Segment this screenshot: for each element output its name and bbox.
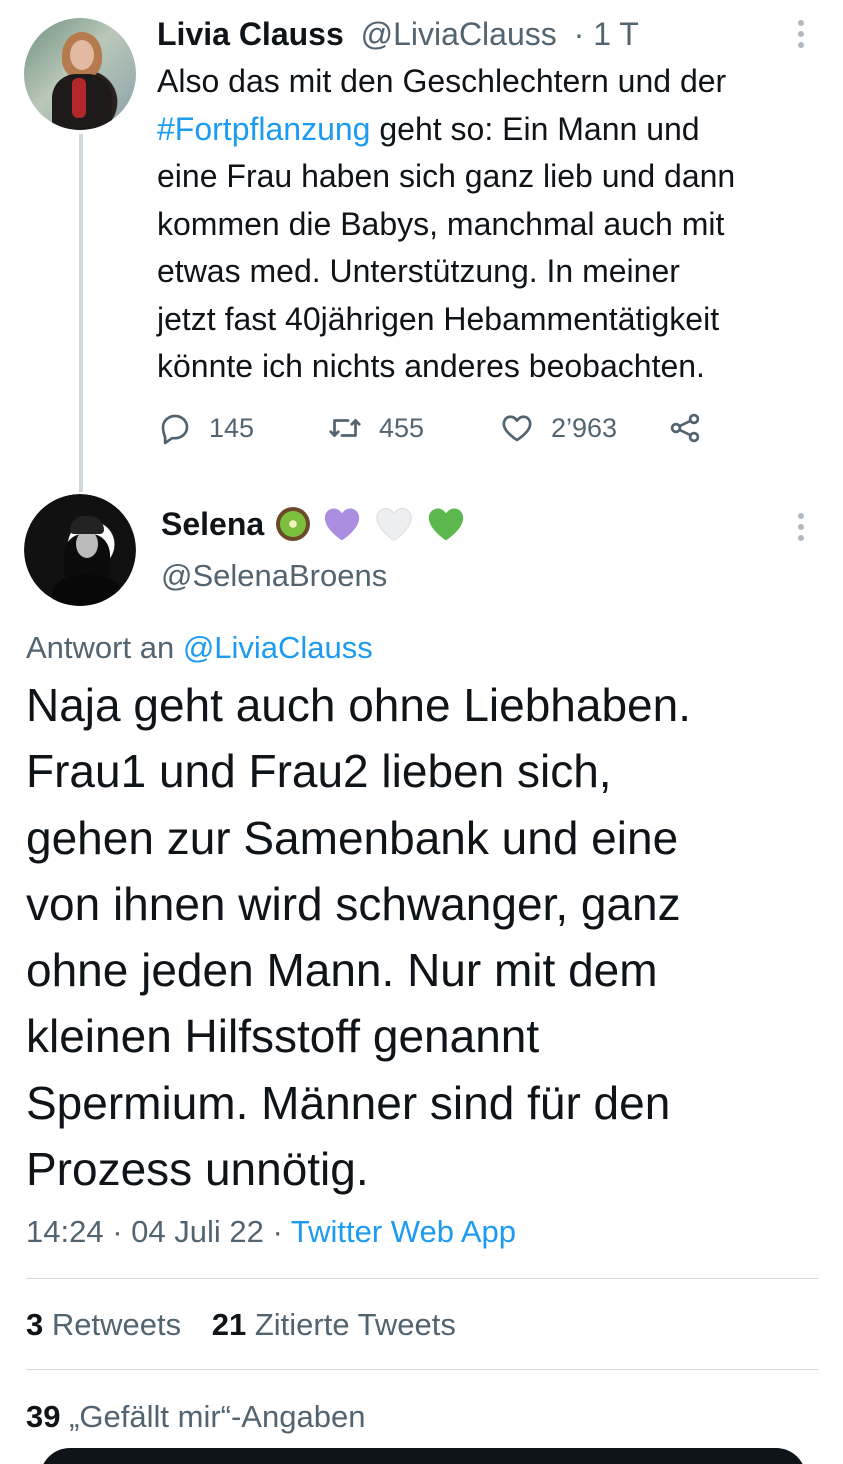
engagement-stats-row: 3 Retweets 21 Zitierte Tweets	[26, 1305, 478, 1345]
parent-tweet-text: Also das mit den Geschlechtern und der #…	[157, 58, 827, 391]
replying-to-mention[interactable]: @LiviaClauss	[183, 630, 373, 665]
parent-text-line: eine Frau haben sich ganz lieb und dann	[157, 158, 736, 194]
divider	[26, 1278, 818, 1279]
avatar-hat	[70, 516, 104, 534]
divider	[26, 1369, 818, 1370]
purple-heart-icon	[324, 508, 360, 541]
reply-text-line: ohne jeden Mann. Nur mit dem	[26, 944, 658, 997]
tweet-detail-screen: Livia Clauss @LiviaClauss · 1 T Also das…	[0, 0, 843, 1464]
parent-time-ago[interactable]: · 1 T	[574, 16, 639, 52]
parent-text-line: könnte ich nichts anderes beobachten.	[157, 348, 705, 384]
replying-to: Antwort an @LiviaClauss	[26, 628, 373, 668]
reply-text-line: Naja geht auch ohne Liebhaben.	[26, 679, 692, 731]
reply-icon	[161, 414, 189, 445]
source-app-link[interactable]: Twitter Web App	[291, 1214, 516, 1249]
parent-author-handle[interactable]: @LiviaClauss	[361, 16, 557, 52]
parent-more-options-icon[interactable]	[795, 16, 807, 52]
retweets-count: 3	[26, 1307, 44, 1342]
parent-text-line: etwas med. Unterstützung. In meiner	[157, 253, 680, 289]
parent-text-line: jetzt fast 40jährigen Hebammentätigkeit	[157, 300, 720, 337]
reply-text-line: kleinen Hilfsstoff genannt	[26, 1010, 540, 1063]
tweet-timestamp-row: 14:24 · 04 Juli 22 · Twitter Web App	[26, 1212, 516, 1252]
parent-text-line: Also das mit den Geschlechtern und der	[157, 63, 727, 99]
reply-author-name[interactable]: Selena	[161, 506, 264, 543]
retweets-label: Retweets	[43, 1307, 182, 1342]
like-button[interactable]: 2’963	[499, 405, 617, 451]
likes-label: „Gefällt mir“-Angaben	[60, 1399, 366, 1434]
retweet-button[interactable]: 455	[327, 405, 424, 451]
share-icon	[670, 413, 700, 443]
avatar-shoulders	[52, 574, 122, 606]
like-count: 2’963	[551, 412, 618, 443]
tweet-date[interactable]: 04 Juli 22	[131, 1214, 264, 1249]
reply-author-handle[interactable]: @SelenaBroens	[161, 556, 387, 596]
reply-text-line: Spermium. Männer sind für den	[26, 1076, 671, 1129]
green-heart-icon	[428, 508, 464, 541]
kiwi-icon	[276, 507, 311, 541]
white-heart-icon	[376, 507, 412, 541]
replying-to-prefix: Antwort an	[26, 630, 183, 665]
retweets-stat[interactable]: 3 Retweets	[26, 1305, 181, 1345]
heart-outline-icon	[502, 415, 532, 442]
likes-count: 39	[26, 1399, 61, 1434]
avatar-face	[70, 40, 94, 70]
parent-author-name[interactable]: Livia Clauss	[157, 16, 344, 52]
likes-stats-row: 39 „Gefällt mir“-Angaben	[26, 1397, 387, 1437]
likes-stat[interactable]: 39 „Gefällt mir“-Angaben	[26, 1397, 365, 1437]
parent-text-fragment: geht so: Ein Mann und	[370, 110, 700, 147]
avatar-face	[76, 530, 98, 558]
quote-tweets-label: Zitierte Tweets	[246, 1307, 456, 1342]
avatar-scarf	[72, 78, 86, 118]
hashtag-link[interactable]: #Fortpflanzung	[157, 111, 370, 147]
reply-text-line: Prozess unnötig.	[26, 1143, 369, 1196]
reply-tweet-text: Naja geht auch ohne Liebhaben. Frau1 und…	[26, 672, 826, 1202]
meta-separator: ·	[263, 1214, 291, 1249]
quote-tweets-count: 21	[211, 1307, 247, 1342]
reply-more-options-icon[interactable]	[795, 509, 807, 545]
parent-text-line: #Fortpflanzung geht so: Ein Mann und	[157, 106, 827, 154]
meta-separator: ·	[103, 1214, 132, 1249]
avatar-selena[interactable]	[24, 494, 136, 606]
reply-text-line: gehen zur Samenbank und eine	[26, 811, 679, 864]
tweet-time[interactable]: 14:24	[26, 1214, 104, 1249]
reply-author-row: Selena	[161, 504, 466, 544]
parent-text-line: kommen die Babys, manchmal auch mit	[157, 205, 725, 242]
share-button[interactable]	[667, 405, 703, 451]
reply-count: 145	[209, 412, 255, 443]
retweet-count: 455	[379, 412, 425, 443]
parent-tweet-actions: 145 455 2’963	[157, 405, 717, 451]
avatar-livia-clauss[interactable]	[24, 18, 136, 130]
reply-text-line: von ihnen wird schwanger, ganz	[26, 877, 681, 930]
bottom-overlay-bar	[40, 1448, 806, 1464]
reply-button[interactable]: 145	[157, 405, 254, 451]
retweet-icon	[329, 419, 361, 437]
quote-tweets-stat[interactable]: 21 Zitierte Tweets	[212, 1305, 456, 1345]
parent-tweet-header: Livia Clauss @LiviaClauss · 1 T	[157, 14, 639, 54]
thread-connector-line	[79, 134, 83, 492]
reply-text-line: Frau1 und Frau2 lieben sich,	[26, 745, 612, 798]
